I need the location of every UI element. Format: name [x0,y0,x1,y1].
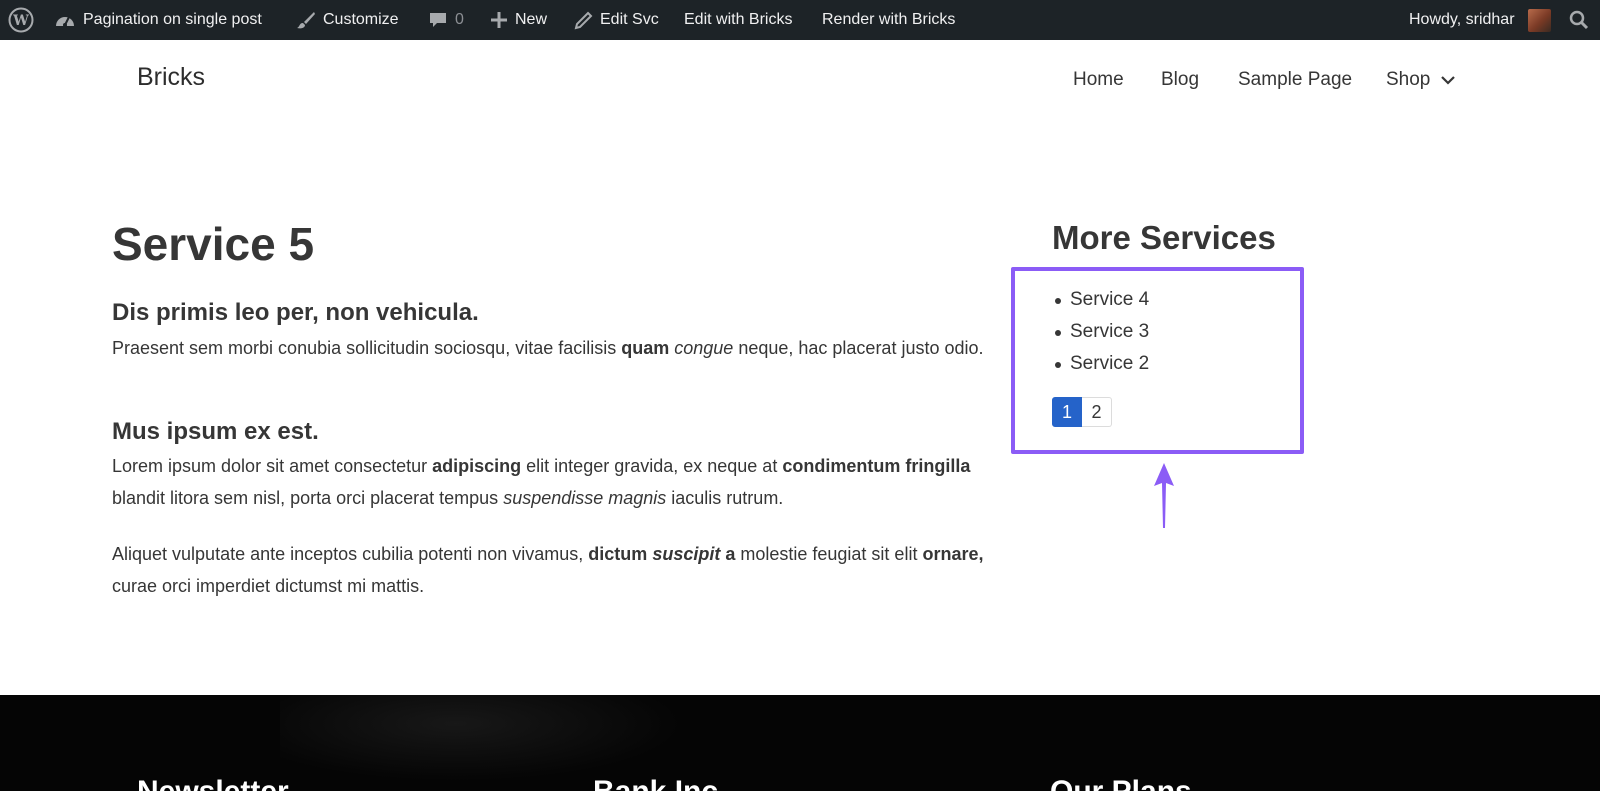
edit-label: Edit Svc [600,11,659,28]
services-list: Service 4 Service 3 Service 2 [1052,284,1149,380]
nav-item-shop-label: Shop [1386,69,1431,90]
account-menu[interactable]: Howdy, sridhar [1409,0,1551,40]
footer: Newsletter Bank Inc. Our Plans [0,695,1600,791]
howdy-label: Howdy, sridhar [1409,11,1515,28]
post-title: Service 5 [112,218,315,270]
section-heading-1: Dis primis leo per, non vehicula. [112,299,479,326]
comment-icon [428,10,448,30]
footer-heading-plans: Our Plans [1050,775,1192,791]
admin-bar: W Pagination on single post Customize 0 … [0,0,1600,40]
edit-with-bricks-label: Edit with Bricks [684,11,793,28]
list-item[interactable]: Service 2 [1052,348,1149,380]
pagination: 1 2 [1052,397,1112,427]
render-with-bricks-button[interactable]: Render with Bricks [822,0,955,40]
site-logo[interactable]: Bricks [137,63,205,92]
page-2-button[interactable]: 2 [1082,397,1112,427]
paintbrush-icon [296,10,316,30]
list-item[interactable]: Service 3 [1052,316,1149,348]
wordpress-logo-button[interactable]: W [8,0,34,40]
comments-button[interactable]: 0 [428,0,464,40]
avatar [1527,8,1551,32]
render-with-bricks-label: Render with Bricks [822,11,956,28]
wordpress-icon: W [8,7,34,33]
list-item[interactable]: Service 4 [1052,284,1149,316]
edit-with-bricks-button[interactable]: Edit with Bricks [684,0,792,40]
site-name-label: Pagination on single post [83,11,262,28]
new-label: New [515,11,548,28]
customize-button[interactable]: Customize [296,0,399,40]
section-heading-2: Mus ipsum ex est. [112,418,319,445]
plus-icon [490,11,508,29]
svg-text:W: W [12,13,29,29]
footer-heading-newsletter: Newsletter [137,775,289,791]
sidebar-title: More Services [1052,219,1276,256]
nav-item-home[interactable]: Home [1073,69,1124,91]
nav-item-sample-page[interactable]: Sample Page [1238,69,1352,91]
up-arrow-annotation-icon [1152,461,1176,534]
page-1-button[interactable]: 1 [1052,397,1082,427]
footer-heading-company: Bank Inc. [593,775,726,791]
search-icon [1569,10,1589,30]
admin-search-button[interactable] [1569,0,1589,40]
pencil-icon [574,11,593,30]
edit-post-button[interactable]: Edit Svc [574,0,659,40]
site-name-button[interactable]: Pagination on single post [54,0,262,40]
chevron-down-icon [1440,69,1456,91]
dashboard-icon [54,10,76,30]
new-button[interactable]: New [490,0,547,40]
nav-item-blog[interactable]: Blog [1161,69,1199,91]
paragraph-1: Praesent sem morbi conubia sollicitudin … [112,338,984,358]
comments-count: 0 [455,11,464,28]
customize-label: Customize [323,11,399,28]
paragraph-3: Aliquet vulputate ante inceptos cubilia … [112,544,984,596]
nav-item-shop[interactable]: Shop [1386,69,1456,91]
paragraph-2: Lorem ipsum dolor sit amet consectetur a… [112,456,971,508]
